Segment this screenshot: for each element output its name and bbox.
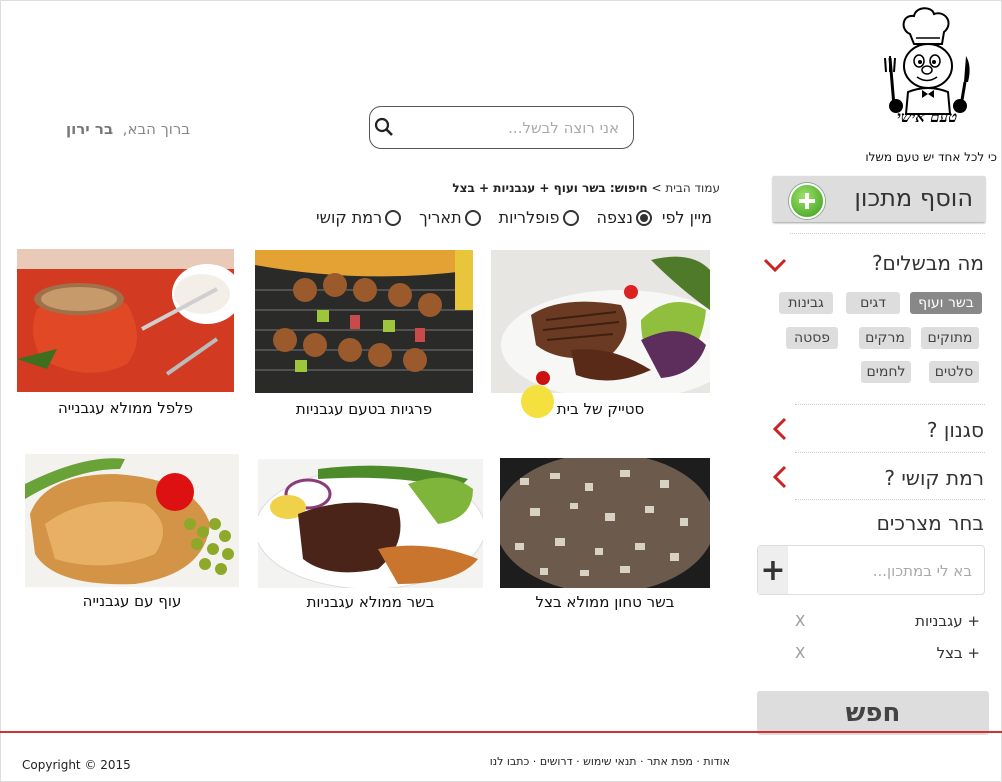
- add-recipe-label: הוסף מתכון: [854, 184, 973, 212]
- breadcrumb-query: חיפוש: בשר ועוף + עגבניות + בצל: [452, 181, 648, 195]
- welcome-text: ברוך הבא, בר ירון: [40, 120, 190, 138]
- category-salads[interactable]: סלטים: [929, 361, 979, 383]
- recipe-card[interactable]: פלפל ממולא עגבנייה: [17, 249, 234, 419]
- footer-link-jobs[interactable]: דרושים: [540, 755, 573, 768]
- recipe-card[interactable]: בשר טחון ממולא בצל: [500, 458, 710, 613]
- category-pasta[interactable]: פסטה: [786, 327, 838, 349]
- sort-option-difficulty[interactable]: רמת קושי: [316, 208, 402, 227]
- sort-option-label: תאריך: [419, 208, 462, 227]
- sort-option-label: פופלריות: [498, 208, 560, 227]
- highlight-marker: [521, 385, 554, 418]
- section-difficulty[interactable]: רמת קושי ?: [884, 466, 984, 490]
- add-ingredient-button[interactable]: +: [758, 546, 788, 594]
- breadcrumb-separator: >: [651, 181, 662, 195]
- sort-option-viewed[interactable]: נצפה: [597, 208, 652, 227]
- category-cheese[interactable]: גבינות: [779, 292, 833, 314]
- skewers-photo[interactable]: [255, 250, 473, 393]
- recipe-card[interactable]: עוף עם עגבנייה: [25, 454, 239, 612]
- remove-ingredient-button[interactable]: X: [795, 612, 805, 630]
- divider: [795, 404, 985, 405]
- recipe-title[interactable]: פלפל ממולא עגבנייה: [17, 399, 234, 417]
- welcome-prefix: ברוך הבא,: [122, 120, 190, 138]
- radio-icon[interactable]: [562, 209, 579, 226]
- category-desserts[interactable]: מתוקים: [921, 327, 979, 349]
- search-button[interactable]: חפש: [757, 691, 989, 735]
- search-input[interactable]: [402, 115, 621, 141]
- brand-name: טעם אישי: [897, 108, 957, 126]
- remove-ingredient-button[interactable]: X: [795, 644, 805, 662]
- category-fish[interactable]: דגים: [846, 292, 900, 314]
- breadcrumb: עמוד הבית > חיפוש: בשר ועוף + עגבניות + …: [400, 181, 720, 195]
- ground-meat-photo[interactable]: [500, 458, 710, 588]
- footer-link-about[interactable]: אודות: [703, 755, 730, 768]
- chicken-photo[interactable]: [25, 454, 239, 587]
- chevron-down-icon[interactable]: [762, 257, 788, 273]
- section-style[interactable]: סגנון ?: [927, 418, 984, 442]
- sort-label: מיין לפי: [661, 208, 712, 227]
- sort-bar: מיין לפי נצפה פופלריות תאריך רמת קושי: [250, 208, 712, 227]
- category-meat-poultry[interactable]: בשר ועוף: [910, 292, 982, 314]
- chef-logo[interactable]: טעם אישי: [872, 6, 982, 126]
- section-what-cooking[interactable]: מה מבשלים?: [872, 251, 984, 275]
- sort-option-date[interactable]: תאריך: [419, 208, 481, 227]
- divider: [795, 452, 985, 453]
- footer-links: אודות · מפת אתר · תנאי שימוש · דרושים · …: [489, 755, 730, 768]
- divider: [795, 499, 985, 500]
- plus-circle-icon: [789, 183, 825, 219]
- recipe-title[interactable]: בשר ממולא עגבניות: [258, 593, 483, 611]
- footer-link-terms[interactable]: תנאי שימוש: [583, 755, 636, 768]
- category-breads[interactable]: לחמים: [861, 361, 911, 383]
- steak-photo[interactable]: [491, 250, 710, 393]
- stuffed-pepper-photo[interactable]: [17, 249, 234, 392]
- meat-plate-photo[interactable]: [258, 459, 483, 588]
- sort-option-label: נצפה: [596, 208, 633, 227]
- ingredient-label: + בצל: [936, 644, 980, 662]
- radio-selected-icon[interactable]: [635, 209, 652, 226]
- ingredient-input[interactable]: [800, 558, 974, 584]
- breadcrumb-home[interactable]: עמוד הבית: [665, 181, 720, 195]
- recipe-title[interactable]: עוף עם עגבנייה: [25, 592, 239, 610]
- category-soups[interactable]: מרקים: [859, 327, 911, 349]
- radio-icon[interactable]: [385, 209, 402, 226]
- ingredient-input-box[interactable]: +: [757, 545, 985, 595]
- section-choose-ingredients: בחר מצרכים: [876, 511, 984, 535]
- search-bar[interactable]: [369, 106, 634, 149]
- welcome-user[interactable]: בר ירון: [66, 120, 113, 138]
- radio-icon[interactable]: [464, 209, 481, 226]
- recipe-title[interactable]: בשר טחון ממולא בצל: [500, 593, 710, 611]
- selected-ingredient: + בצל X: [795, 644, 980, 662]
- search-icon[interactable]: [374, 117, 394, 137]
- brand-tagline: כי לכל אחד יש טעם משלו: [865, 150, 997, 164]
- selected-ingredient: + עגבניות X: [795, 612, 980, 630]
- chevron-left-icon[interactable]: [772, 464, 788, 490]
- recipe-title[interactable]: פרגיות בטעם עגבניות: [255, 400, 473, 418]
- footer-link-sitemap[interactable]: מפת אתר: [647, 755, 693, 768]
- sort-option-label: רמת קושי: [316, 208, 383, 227]
- recipe-card[interactable]: בשר ממולא עגבניות: [258, 459, 483, 614]
- recipe-card[interactable]: פרגיות בטעם עגבניות: [255, 250, 473, 420]
- copyright: Copyright © 2015: [22, 758, 131, 772]
- chevron-left-icon[interactable]: [772, 416, 788, 442]
- add-recipe-button[interactable]: הוסף מתכון: [773, 176, 985, 222]
- footer-link-contact[interactable]: כתבו לנו: [490, 755, 530, 768]
- ingredient-label: + עגבניות: [915, 612, 980, 630]
- divider: [790, 233, 985, 234]
- footer-divider: [0, 731, 1002, 733]
- sort-option-popularity[interactable]: פופלריות: [499, 208, 579, 227]
